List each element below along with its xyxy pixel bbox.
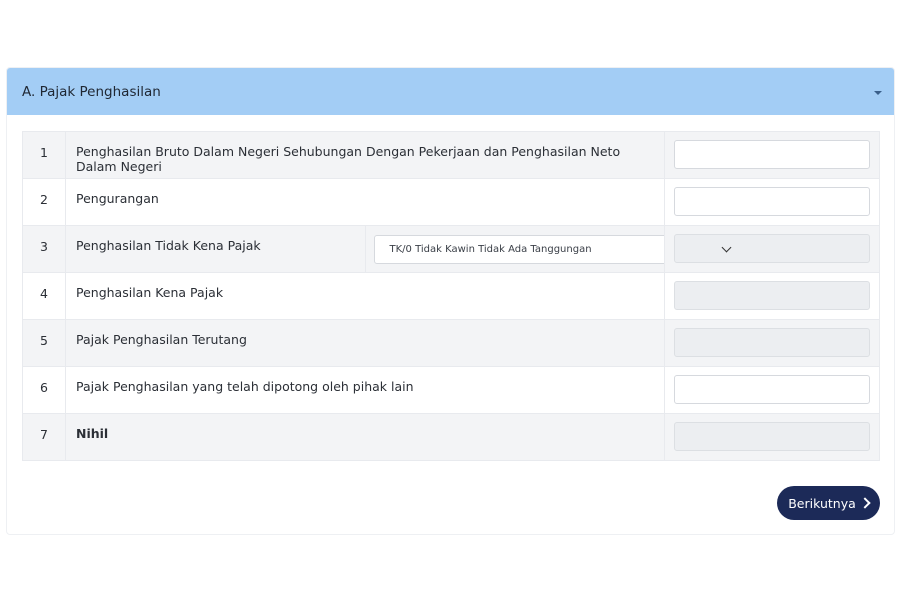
table-row: 2 Pengurangan (22, 178, 880, 226)
nil-field (674, 422, 870, 451)
table-row: 1 Penghasilan Bruto Dalam Negeri Sehubun… (22, 131, 880, 179)
next-button[interactable]: Berikutnya (777, 486, 880, 520)
select-value: TK/0 Tidak Kawin Tidak Ada Tanggungan (389, 244, 592, 255)
withheld-tax-input[interactable] (674, 375, 870, 404)
row-label: Pajak Penghasilan Terutang (65, 319, 665, 367)
row-label: Penghasilan Kena Pajak (65, 272, 665, 320)
table-row: 7 Nihil (22, 413, 880, 461)
tax-due-field (674, 328, 870, 357)
deduction-input[interactable] (674, 187, 870, 216)
row-number: 3 (22, 225, 66, 273)
chevron-right-icon (859, 497, 871, 509)
section-header[interactable]: A. Pajak Penghasilan (7, 68, 894, 115)
table-row: 3 Penghasilan Tidak Kena Pajak TK/0 Tida… (22, 225, 880, 273)
row-label: Pengurangan (65, 178, 665, 226)
row-number: 6 (22, 366, 66, 414)
section-title: A. Pajak Penghasilan (22, 83, 161, 100)
ptkp-amount-field (674, 234, 870, 263)
table-row: 4 Penghasilan Kena Pajak (22, 272, 880, 320)
row-number: 5 (22, 319, 66, 367)
row-number: 7 (22, 413, 66, 461)
tax-panel: A. Pajak Penghasilan 1 Penghasilan Bruto… (6, 67, 895, 535)
row-label: Penghasilan Tidak Kena Pajak (65, 225, 366, 273)
gross-income-input[interactable] (674, 140, 870, 169)
row-label: Pajak Penghasilan yang telah dipotong ol… (65, 366, 665, 414)
row-label: Nihil (65, 413, 665, 461)
row-number: 2 (22, 178, 66, 226)
next-button-label: Berikutnya (788, 495, 856, 511)
row-label: Penghasilan Bruto Dalam Negeri Sehubunga… (65, 131, 665, 179)
row-number: 4 (22, 272, 66, 320)
table-row: 5 Pajak Penghasilan Terutang (22, 319, 880, 367)
row-number: 1 (22, 131, 66, 179)
table-row: 6 Pajak Penghasilan yang telah dipotong … (22, 366, 880, 414)
tax-table: 1 Penghasilan Bruto Dalam Negeri Sehubun… (22, 131, 880, 461)
caret-down-icon[interactable] (874, 90, 882, 95)
taxable-income-field (674, 281, 870, 310)
